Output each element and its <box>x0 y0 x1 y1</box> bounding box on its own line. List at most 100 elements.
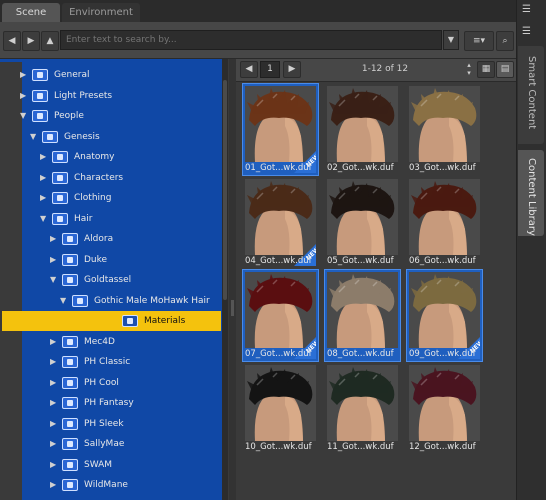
tree-item-light-presets[interactable]: ▶ Light Presets <box>0 86 222 106</box>
content-thumbnail[interactable]: 05_Got...wk.duf <box>325 177 400 268</box>
content-library-label: Content Library <box>526 158 537 236</box>
content-thumbnail[interactable]: NEW 04_Got...wk.duf <box>243 177 321 268</box>
collapsed-arrow-icon[interactable]: ▶ <box>50 255 56 264</box>
collapsed-arrow-icon[interactable]: ▶ <box>40 193 46 202</box>
tree-scrollbar-thumb[interactable] <box>223 80 227 300</box>
tree-item-aldora[interactable]: ▶ Aldora <box>0 229 222 249</box>
folder-icon <box>72 294 88 307</box>
tree-item-label: People <box>54 111 84 121</box>
content-thumbnail[interactable]: 11_Got...wk.duf <box>325 363 400 454</box>
search-dropdown-icon[interactable]: ▼ <box>443 30 459 50</box>
panel-menu-icon-2[interactable]: ☰ <box>522 26 540 40</box>
expanded-arrow-icon[interactable]: ▼ <box>60 296 66 305</box>
tree-item-swam[interactable]: ▶ SWAM <box>0 455 222 475</box>
content-thumbnail[interactable]: NEW 09_Got...wk.duf <box>406 269 485 362</box>
expanded-arrow-icon[interactable]: ▼ <box>50 275 56 284</box>
forward-arrow-icon[interactable]: ▶ <box>22 31 40 51</box>
tree-selection-highlight <box>2 311 221 331</box>
collapsed-arrow-icon[interactable]: ▶ <box>50 378 56 387</box>
content-thumbnail[interactable]: 03_Got...wk.duf <box>407 84 482 175</box>
tree-item-label: Anatomy <box>74 152 115 162</box>
folder-icon <box>52 212 68 225</box>
tree-item-materials[interactable]: Materials <box>0 311 222 331</box>
tree-item-clothing[interactable]: ▶ Clothing <box>0 188 222 208</box>
expanded-arrow-icon[interactable]: ▼ <box>30 132 36 141</box>
panel-splitter[interactable] <box>229 59 236 500</box>
folder-icon <box>32 110 48 122</box>
back-arrow-icon[interactable]: ◀ <box>3 31 21 51</box>
next-page-icon[interactable]: ▶ <box>283 61 301 78</box>
thumbnail-caption: 06_Got...wk.duf <box>409 256 476 266</box>
search-input[interactable] <box>61 31 441 49</box>
thumbnail-caption: 11_Got...wk.duf <box>327 442 394 452</box>
folder-icon <box>62 376 78 389</box>
tree-item-wildmane[interactable]: ▶ WildMane <box>0 475 222 495</box>
panel-menu-icon[interactable]: ☰ <box>522 4 540 18</box>
collapsed-arrow-icon[interactable]: ▶ <box>50 460 56 469</box>
tab-content-library[interactable]: Content Library <box>518 150 544 236</box>
sort-spinner-icon[interactable]: ▴ ▾ <box>464 61 474 78</box>
tree-item-general[interactable]: ▶ General <box>0 65 222 85</box>
result-count: 1-12 of 12 <box>361 64 409 74</box>
folder-icon <box>62 356 78 368</box>
search-icon[interactable]: ⌕ <box>496 31 514 51</box>
tree-item-anatomy[interactable]: ▶ Anatomy <box>0 147 222 167</box>
folder-icon <box>32 69 48 81</box>
content-thumbnail[interactable]: 02_Got...wk.duf <box>325 84 400 175</box>
expanded-arrow-icon[interactable]: ▼ <box>20 111 26 120</box>
folder-icon <box>62 233 78 245</box>
tree-item-ph-sleek[interactable]: ▶ PH Sleek <box>0 414 222 434</box>
tree-item-ph-fantasy[interactable]: ▶ PH Fantasy <box>0 393 222 413</box>
content-thumbnail[interactable]: 08_Got...wk.duf <box>324 269 401 362</box>
tree-item-label: Light Presets <box>54 90 113 101</box>
grid-view-icon[interactable]: ▦ <box>477 61 495 78</box>
hair-preview-image <box>409 86 480 162</box>
collapsed-arrow-icon[interactable]: ▶ <box>50 337 56 346</box>
tree-item-label: PH Cool <box>84 377 119 388</box>
prev-page-icon[interactable]: ◀ <box>240 61 258 78</box>
tree-item-ph-classic[interactable]: ▶ PH Classic <box>0 352 222 372</box>
search-input-box[interactable] <box>60 30 442 50</box>
content-thumbnail[interactable]: NEW 01_Got...wk.duf <box>242 83 321 176</box>
hair-preview-image <box>409 179 480 255</box>
hair-preview-image <box>327 365 398 441</box>
collapsed-arrow-icon[interactable]: ▶ <box>20 91 26 100</box>
content-thumbnail[interactable]: 12_Got...wk.duf <box>407 363 482 454</box>
collapsed-arrow-icon[interactable]: ▶ <box>50 439 56 448</box>
content-thumbnail[interactable]: 06_Got...wk.duf <box>407 177 482 268</box>
tree-item-characters[interactable]: ▶ Characters <box>0 168 222 188</box>
expanded-arrow-icon[interactable]: ▼ <box>40 214 46 223</box>
tree-item-genesis[interactable]: ▼ Genesis <box>0 127 222 147</box>
collapsed-arrow-icon[interactable]: ▶ <box>20 70 26 79</box>
tree-item-sallymae[interactable]: ▶ SallyMae <box>0 434 222 454</box>
collapsed-arrow-icon[interactable]: ▶ <box>50 357 56 366</box>
collapsed-arrow-icon[interactable]: ▶ <box>50 234 56 243</box>
collapsed-arrow-icon[interactable]: ▶ <box>50 419 56 428</box>
content-thumbnail[interactable]: NEW 07_Got...wk.duf <box>242 269 321 362</box>
tab-smart-content[interactable]: Smart Content <box>518 46 544 144</box>
collapsed-arrow-icon[interactable]: ▶ <box>50 480 56 489</box>
page-number-field[interactable]: 1 <box>260 61 280 78</box>
tree-item-ph-cool[interactable]: ▶ PH Cool <box>0 373 222 393</box>
tree-item-duke[interactable]: ▶ Duke <box>0 250 222 270</box>
tab-environment[interactable]: Environment <box>62 3 140 22</box>
tree-item-label: PH Classic <box>84 357 131 367</box>
collapsed-arrow-icon[interactable]: ▶ <box>40 152 46 161</box>
tree-item-mec4d[interactable]: ▶ Mec4D <box>0 332 222 352</box>
content-thumbnail[interactable]: 10_Got...wk.duf <box>243 363 318 454</box>
tab-scene[interactable]: Scene <box>2 3 60 22</box>
tree-item-goldtassel[interactable]: ▼ Goldtassel <box>0 270 222 290</box>
tree-item-people[interactable]: ▼ People <box>0 106 222 126</box>
tree-top-edge <box>0 59 220 62</box>
list-view-icon[interactable]: ▤ <box>496 61 514 78</box>
folder-icon <box>52 171 68 184</box>
collapsed-arrow-icon[interactable]: ▶ <box>40 173 46 182</box>
tree-item-hair[interactable]: ▼ Hair <box>0 209 222 229</box>
up-arrow-icon[interactable]: ▲ <box>41 31 59 51</box>
folder-icon <box>52 151 68 163</box>
thumbnail-caption: 09_Got...wk.duf <box>409 349 476 359</box>
collapsed-arrow-icon[interactable]: ▶ <box>50 398 56 407</box>
database-menu-icon[interactable]: ≡▾ <box>464 31 494 51</box>
splitter-handle[interactable] <box>231 300 234 316</box>
tree-item-gothic-male-mohawk-hair[interactable]: ▼ Gothic Male MoHawk Hair <box>0 291 222 311</box>
